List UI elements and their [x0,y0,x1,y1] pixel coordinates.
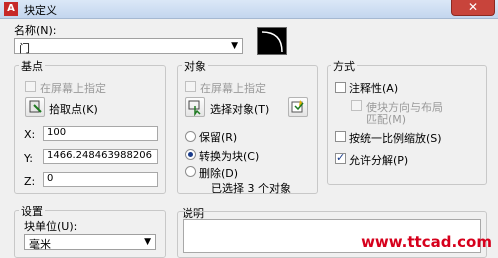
retain-radio[interactable] [185,131,196,142]
convert-to-block-label: 转换为块(C) [199,150,260,163]
match-orientation-label-line2: 匹配(M) [366,113,407,126]
select-objects-button[interactable] [185,97,205,117]
pick-point-button[interactable] [25,97,45,117]
z-label: Z: [24,175,36,188]
delete-label: 删除(D) [199,167,239,180]
behavior-title: 方式 [331,58,357,74]
objects-title: 对象 [182,58,208,74]
base-specify-on-screen-checkbox[interactable] [25,81,36,92]
x-value: 100 [47,127,67,138]
block-unit-label: 块单位(U): [24,220,78,233]
title-bar: A 块定义 ✕ [0,0,498,19]
quick-select-button[interactable] [288,97,308,117]
z-field[interactable]: 0 [43,172,158,187]
block-name-value: 门 [19,42,30,55]
block-preview [257,27,287,55]
base-specify-on-screen-label: 在屏幕上指定 [40,82,106,95]
annotative-checkbox[interactable] [335,82,346,93]
quick-select-icon [291,100,304,113]
base-point-title: 基点 [19,58,45,74]
chevron-down-icon: ▼ [144,237,151,247]
y-label: Y: [24,152,33,165]
select-objects-icon [188,100,201,117]
name-label: 名称(N): [14,24,57,37]
allow-exploding-checkbox[interactable] [335,151,346,164]
pick-point-label: 拾取点(K) [49,103,98,116]
close-button[interactable]: ✕ [451,0,495,16]
pick-point-icon [29,100,42,113]
annotative-label: 注释性(A) [349,82,399,95]
watermark-text: www.ttcad.com [361,233,492,251]
scale-uniformly-checkbox[interactable] [335,131,346,142]
block-name-combo[interactable]: 门 ▼ [14,38,243,55]
delete-radio[interactable] [185,166,196,177]
objects-specify-on-screen-checkbox[interactable] [185,81,196,92]
y-field[interactable]: 1466.248463988206 [43,149,158,164]
z-value: 0 [47,173,54,184]
objects-specify-on-screen-label: 在屏幕上指定 [200,82,266,95]
window-title: 块定义 [24,4,57,17]
settings-title: 设置 [19,203,45,219]
x-label: X: [24,128,36,141]
block-preview-arc-icon [261,31,283,53]
autocad-app-icon: A [4,2,18,16]
block-unit-combo[interactable]: 毫米 ▼ [24,234,156,251]
selected-count: 已选择 3 个对象 [211,182,291,195]
chevron-down-icon: ▼ [231,41,238,51]
match-orientation-checkbox[interactable] [351,100,362,111]
allow-exploding-label: 允许分解(P) [349,154,409,167]
convert-to-block-radio[interactable] [185,149,196,160]
retain-label: 保留(R) [199,131,238,144]
x-field[interactable]: 100 [43,126,158,141]
scale-uniformly-label: 按统一比例缩放(S) [349,132,442,145]
y-value: 1466.248463988206 [47,150,152,161]
block-unit-value: 毫米 [29,238,51,251]
select-objects-label: 选择对象(T) [210,103,270,116]
